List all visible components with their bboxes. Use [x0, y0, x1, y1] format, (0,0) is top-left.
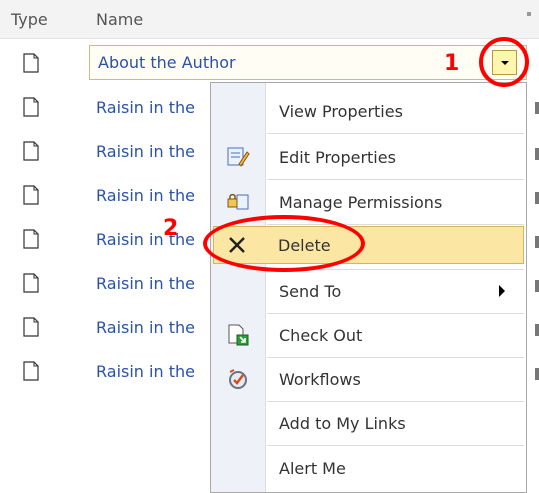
annotation-circle-2 [203, 215, 365, 272]
manage-permissions-icon [227, 193, 249, 210]
menu-divider [267, 133, 524, 134]
column-edge [535, 192, 539, 204]
menu-item-label: Edit Properties [279, 148, 396, 167]
menu-item-label: Add to My Links [279, 414, 406, 433]
menu-item-alert-me[interactable]: Alert Me [213, 449, 524, 487]
list-item-link[interactable]: Raisin in the [96, 230, 195, 249]
document-icon [23, 273, 39, 293]
workflows-icon [229, 369, 247, 389]
list-item-link[interactable]: Raisin in the [96, 186, 195, 205]
menu-item-label: Manage Permissions [279, 193, 443, 212]
menu-item-view-properties[interactable]: View Properties [213, 92, 524, 130]
document-icon [23, 53, 39, 73]
menu-item-label: Alert Me [279, 459, 346, 478]
check-out-icon [228, 324, 249, 346]
column-edge [535, 368, 539, 380]
column-header-name[interactable]: Name [96, 10, 143, 29]
menu-item-label: Send To [279, 282, 342, 301]
document-icon [23, 361, 39, 381]
menu-divider [267, 357, 524, 358]
annotation-number-2: 2 [163, 216, 179, 241]
menu-item-check-out[interactable]: Check Out [213, 316, 524, 354]
column-edge [535, 236, 539, 248]
column-edge [535, 280, 539, 292]
menu-divider [267, 179, 524, 180]
column-edge [535, 102, 539, 114]
menu-divider [267, 445, 524, 446]
menu-item-label: Check Out [279, 326, 363, 345]
document-icon [23, 141, 39, 161]
menu-item-workflows[interactable]: Workflows [213, 360, 524, 398]
menu-item-add-to-my-links[interactable]: Add to My Links [213, 404, 524, 442]
menu-item-label: View Properties [279, 102, 403, 121]
annotation-circle-1 [479, 37, 529, 87]
menu-divider [267, 313, 524, 314]
document-icon [23, 97, 39, 117]
item-name-link[interactable]: About the Author [98, 53, 236, 72]
menu-item-send-to[interactable]: Send To [213, 272, 524, 310]
menu-item-label: Workflows [279, 370, 361, 389]
item-context-menu: View Properties Edit Properties Manage P… [210, 82, 527, 493]
list-item-link[interactable]: Raisin in the [96, 318, 195, 337]
menu-divider [267, 401, 524, 402]
list-item-link[interactable]: Raisin in the [96, 362, 195, 381]
list-header: Type Name [0, 0, 539, 39]
document-icon [23, 317, 39, 337]
selected-item-box[interactable]: About the Author [89, 45, 527, 80]
submenu-arrow-icon [499, 285, 505, 297]
column-header-type[interactable]: Type [11, 10, 48, 29]
menu-item-edit-properties[interactable]: Edit Properties [213, 138, 524, 176]
column-edge [535, 324, 539, 336]
document-icon [23, 185, 39, 205]
edit-properties-icon [227, 147, 250, 167]
header-divider [527, 12, 531, 16]
annotation-number-1: 1 [444, 51, 460, 76]
column-edge [535, 148, 539, 160]
list-item-link[interactable]: Raisin in the [96, 142, 195, 161]
document-icon [23, 229, 39, 249]
list-item-link[interactable]: Raisin in the [96, 274, 195, 293]
list-item-link[interactable]: Raisin in the [96, 98, 195, 117]
